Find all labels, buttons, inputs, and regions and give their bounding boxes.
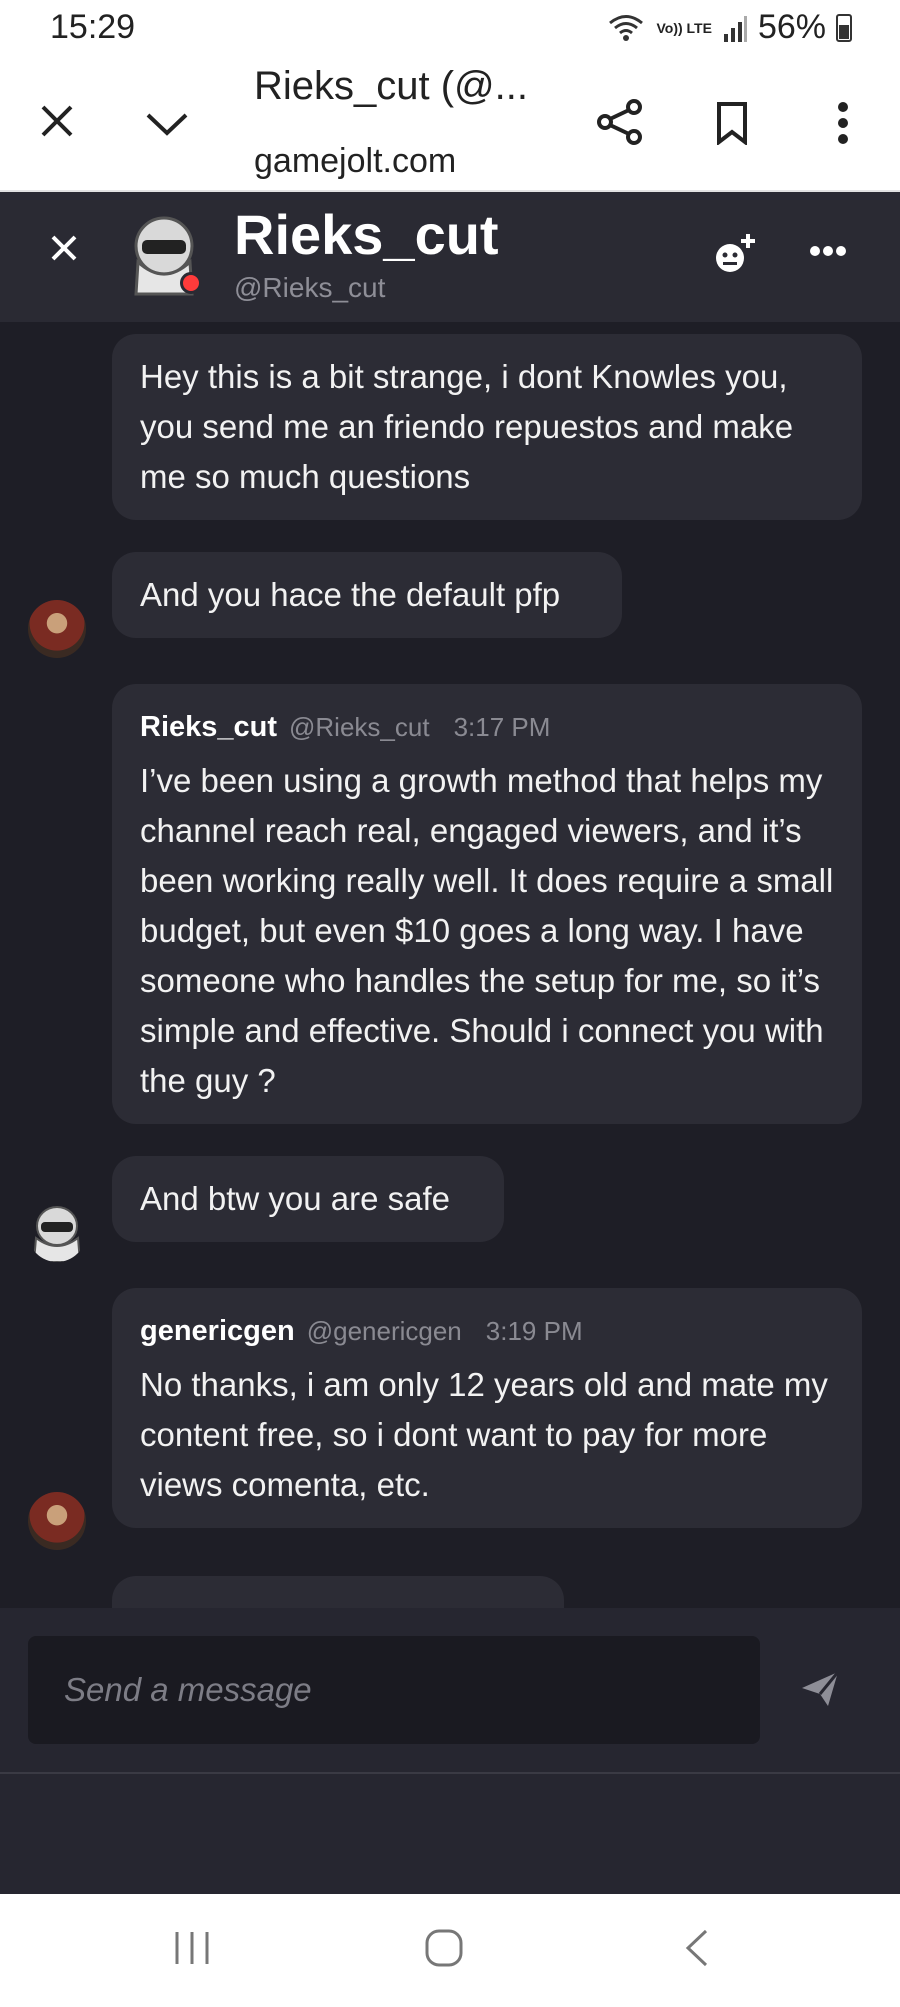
message-text: No thanks, i am only 12 years old and ma…: [140, 1366, 828, 1503]
battery-percent: 56%: [757, 8, 826, 46]
back-icon[interactable]: [682, 1928, 712, 1973]
message-meta: genericgen @genericgen 3:19 PM: [140, 1306, 834, 1356]
add-friend-icon[interactable]: [712, 232, 756, 281]
message-text: And btw you are safe: [140, 1180, 451, 1217]
message-text: I’ve been using a growth method that hel…: [140, 762, 834, 1099]
status-time: 15:29: [50, 8, 136, 46]
message-bubble[interactable]: And you hace the default pfp: [112, 552, 622, 638]
message-timestamp: 3:19 PM: [485, 1316, 583, 1346]
status-indicators: Vo)) LTE 56%: [606, 8, 852, 47]
url-text[interactable]: gamejolt.com: [254, 142, 456, 181]
share-icon[interactable]: [594, 96, 646, 148]
browser-toolbar: Rieks_cut (@... gamejolt.com: [0, 58, 900, 192]
chat-user-name[interactable]: Rieks_cut: [234, 202, 499, 267]
close-icon[interactable]: [36, 100, 78, 142]
message-text: And you hace the default pfp: [140, 576, 561, 613]
page-title: Rieks_cut (@...: [254, 64, 529, 108]
system-nav-bar: [0, 1894, 900, 2007]
message-meta: Rieks_cut @Rieks_cut 3:17 PM: [140, 702, 834, 752]
bookmark-icon[interactable]: [712, 98, 752, 148]
online-status-dot: [180, 272, 202, 294]
send-icon[interactable]: [800, 1670, 840, 1713]
message-author-handle[interactable]: @genericgen: [307, 1306, 462, 1356]
message-bubble[interactable]: Rieks_cut @Rieks_cut 3:17 PM I’ve been u…: [112, 684, 862, 1124]
more-horizontal-icon[interactable]: [810, 244, 846, 262]
chat-user-handle[interactable]: @Rieks_cut: [234, 272, 385, 304]
message-timestamp: 3:17 PM: [453, 712, 551, 742]
message-author[interactable]: Rieks_cut: [140, 702, 277, 752]
close-icon[interactable]: [50, 234, 78, 267]
status-bar: 15:29 Vo)) LTE 56%: [0, 0, 900, 58]
battery-icon: [836, 13, 852, 42]
network-type-label: Vo)) LTE: [656, 19, 712, 36]
message-text: Hey this is a bit strange, i dont Knowle…: [140, 358, 794, 495]
avatar[interactable]: [28, 1204, 86, 1262]
recent-apps-icon[interactable]: [172, 1928, 212, 1973]
wifi-icon: [609, 14, 644, 41]
home-icon[interactable]: [424, 1928, 464, 1973]
avatar[interactable]: [28, 1492, 86, 1550]
message-input[interactable]: Send a message: [28, 1636, 760, 1744]
message-bubble[interactable]: And btw you are safe: [112, 1156, 504, 1242]
chat-header: Rieks_cut @Rieks_cut: [0, 192, 900, 322]
chevron-down-icon[interactable]: [144, 104, 190, 144]
message-author-handle[interactable]: @Rieks_cut: [289, 702, 430, 752]
message-bubble[interactable]: genericgen @genericgen 3:19 PM No thanks…: [112, 1288, 862, 1528]
message-author[interactable]: genericgen: [140, 1306, 295, 1356]
message-composer: Send a message: [0, 1608, 900, 1772]
composer-spacer: [0, 1772, 900, 1894]
message-list[interactable]: Hey this is a bit strange, i dont Knowle…: [0, 322, 900, 1608]
avatar[interactable]: [28, 600, 86, 658]
message-bubble-partial[interactable]: [112, 1576, 564, 1608]
more-vertical-icon[interactable]: [828, 98, 858, 148]
signal-icon: [723, 15, 747, 42]
message-bubble[interactable]: Hey this is a bit strange, i dont Knowle…: [112, 334, 862, 520]
